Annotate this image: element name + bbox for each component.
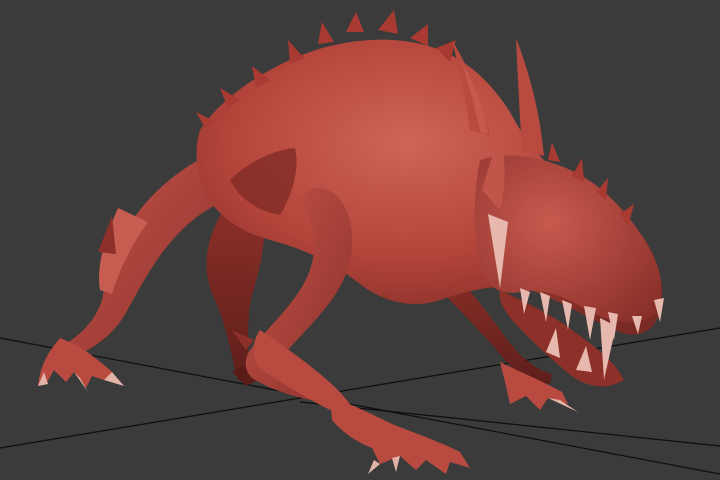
3d-viewport[interactable] bbox=[0, 0, 720, 480]
dorsal-spike bbox=[346, 12, 364, 32]
ground-grid bbox=[0, 327, 720, 475]
grid-line bbox=[0, 337, 720, 475]
creature-model[interactable] bbox=[38, 10, 664, 480]
head-spike bbox=[548, 142, 560, 162]
dorsal-spike bbox=[378, 10, 398, 34]
near-front-foot bbox=[330, 396, 470, 474]
dorsal-spike bbox=[318, 22, 334, 44]
viewport-canvas[interactable] bbox=[0, 0, 720, 480]
tooth bbox=[584, 306, 596, 340]
